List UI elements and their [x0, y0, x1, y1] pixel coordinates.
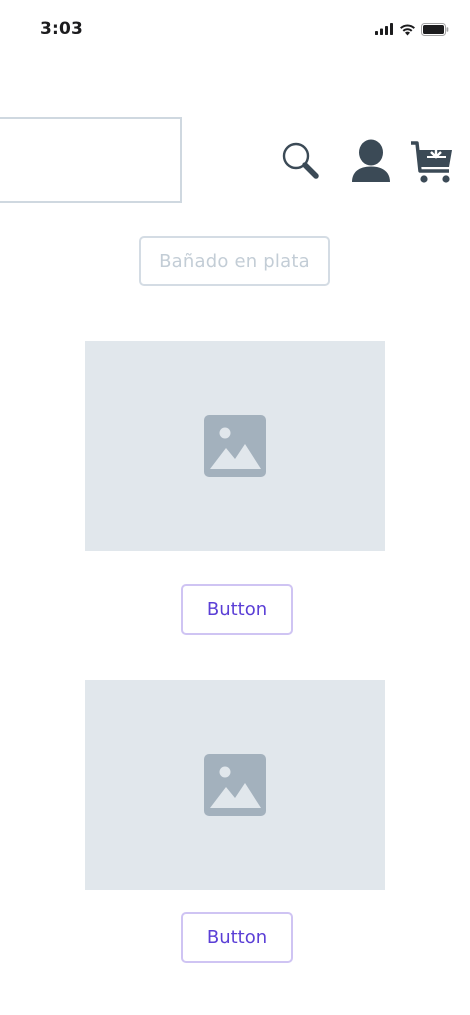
product-button[interactable]: Button: [181, 584, 293, 635]
status-icons: [375, 22, 449, 36]
cart-icon[interactable]: [409, 137, 455, 185]
wifi-icon: [399, 23, 416, 36]
battery-icon: [421, 22, 449, 36]
logo-placeholder[interactable]: [0, 117, 182, 203]
product-button[interactable]: Button: [181, 912, 293, 963]
product-image-placeholder: [85, 341, 385, 551]
image-icon: [204, 415, 266, 477]
status-time: 3:03: [40, 19, 84, 39]
user-icon[interactable]: [349, 138, 393, 184]
search-icon[interactable]: [279, 139, 323, 183]
signal-icon: [375, 23, 394, 35]
tag-banado-en-plata[interactable]: Bañado en plata: [139, 236, 330, 286]
image-icon: [204, 754, 266, 816]
product-image-placeholder: [85, 680, 385, 890]
